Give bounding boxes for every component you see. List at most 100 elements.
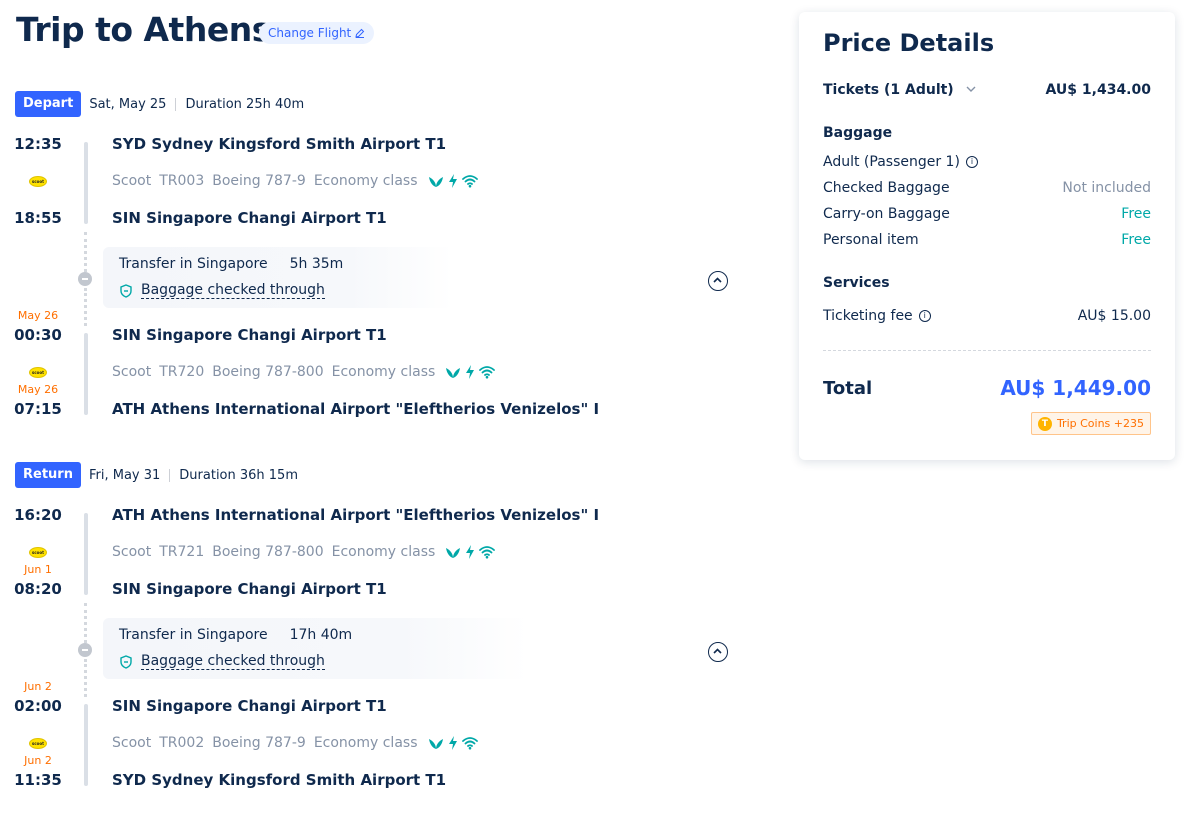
passenger-row: Adult (Passenger 1) i	[823, 154, 1151, 170]
departure-airport: ATH Athens International Airport "Elefth…	[112, 506, 600, 524]
transfer-dotted-line	[84, 232, 87, 272]
departure-time: 16:20	[14, 506, 62, 524]
baggage-label: Baggage checked through	[141, 653, 325, 670]
chevron-down-icon	[966, 86, 976, 92]
checked-baggage-label: Checked Baggage	[823, 180, 950, 196]
arrival-date: Jun 2	[24, 754, 52, 767]
transfer-info: Transfer in Singapore 17h 40m	[119, 627, 352, 643]
tickets-row[interactable]: Tickets (1 Adult) AU$ 1,434.00	[823, 82, 1151, 98]
segment-line	[84, 333, 88, 415]
flight-info: Scoot TR720 Boeing 787-800 Economy class	[112, 364, 496, 380]
transfer-label: Transfer in Singapore	[119, 627, 268, 643]
change-flight-label: Change Flight	[268, 26, 352, 40]
segment-line	[84, 142, 88, 224]
chevron-up-icon	[713, 648, 722, 654]
transfer-info: Transfer in Singapore 5h 35m	[119, 256, 343, 272]
arrival-airport: SYD Sydney Kingsford Smith Airport T1	[112, 771, 447, 789]
return-duration: Duration 36h 15m	[179, 467, 298, 483]
airline-name: Scoot	[112, 364, 152, 380]
departure-airport: SIN Singapore Changi Airport T1	[112, 697, 387, 715]
transfer-duration: 5h 35m	[289, 256, 344, 272]
cabin-class: Economy class	[331, 364, 436, 380]
arrival-date: May 26	[17, 383, 59, 396]
coin-icon: T	[1037, 416, 1052, 431]
wifi-icon	[479, 546, 496, 559]
transfer-dotted-line	[84, 603, 87, 643]
carry-on-row: Carry-on Baggage Free	[823, 206, 1151, 222]
price-details-panel: Price Details Tickets (1 Adult) AU$ 1,43…	[799, 12, 1175, 460]
ticketing-fee-row: Ticketing fee i AU$ 15.00	[823, 308, 1151, 324]
segment-line	[84, 704, 88, 786]
personal-item-label: Personal item	[823, 232, 919, 248]
trip-coins-badge: T Trip Coins +235	[1030, 412, 1151, 435]
personal-item-row: Personal item Free	[823, 232, 1151, 248]
wifi-icon	[479, 366, 496, 379]
checked-baggage-row: Checked Baggage Not included	[823, 180, 1151, 196]
amenities	[428, 736, 478, 750]
departure-time: 12:35	[14, 135, 62, 153]
total-price: AU$ 1,449.00	[1000, 376, 1151, 400]
personal-item-value: Free	[1121, 232, 1151, 248]
flight-number: TR720	[159, 364, 205, 380]
return-date: Fri, May 31	[88, 467, 161, 483]
change-flight-button[interactable]: Change Flight	[259, 22, 375, 44]
checked-baggage-value: Not included	[1062, 180, 1151, 196]
transfer-dot-icon	[78, 272, 92, 286]
flight-number: TR003	[159, 173, 205, 189]
amenities	[428, 174, 478, 188]
arrival-time: 18:55	[14, 209, 62, 227]
tickets-label: Tickets (1 Adult)	[823, 82, 954, 98]
scoot-logo-icon: scoot	[29, 547, 47, 558]
arrival-airport: ATH Athens International Airport "Elefth…	[112, 400, 600, 418]
departure-airport: SIN Singapore Changi Airport T1	[112, 326, 387, 344]
cabin-class: Economy class	[313, 173, 418, 189]
eco-leaf-icon	[446, 548, 461, 558]
tickets-price: AU$ 1,434.00	[1045, 82, 1151, 98]
collapse-button[interactable]	[708, 271, 728, 291]
eco-leaf-icon	[428, 177, 443, 187]
carry-on-value: Free	[1121, 206, 1151, 222]
tickets-dropdown[interactable]: Tickets (1 Adult)	[823, 82, 977, 98]
wifi-icon	[461, 175, 478, 188]
departure-time: 00:30	[14, 326, 62, 344]
carry-on-label: Carry-on Baggage	[823, 206, 950, 222]
passenger-label: Adult (Passenger 1)	[823, 154, 960, 170]
transfer-dotted-line	[84, 288, 87, 326]
baggage-checked-through[interactable]: Baggage checked through	[119, 653, 325, 670]
depart-duration: Duration 25h 40m	[185, 96, 305, 112]
edit-icon	[355, 28, 365, 38]
info-icon[interactable]: i	[965, 156, 978, 168]
flight-info: Scoot TR003 Boeing 787-9 Economy class	[112, 173, 478, 189]
cabin-class: Economy class	[331, 544, 436, 560]
return-header: Return Fri, May 31 Duration 36h 15m	[15, 462, 298, 488]
shield-icon	[120, 654, 132, 669]
baggage-label: Baggage checked through	[141, 282, 325, 299]
ticketing-fee-label: Ticketing fee	[823, 308, 913, 324]
power-icon	[466, 545, 475, 559]
divider	[169, 468, 171, 482]
divider	[175, 97, 177, 111]
departure-date: Jun 2	[24, 680, 52, 693]
power-icon	[448, 736, 457, 750]
baggage-section-title: Baggage	[823, 125, 893, 141]
total-label: Total	[823, 378, 873, 399]
depart-badge: Depart	[15, 91, 82, 117]
page-title: Trip to Athens	[16, 10, 271, 49]
eco-leaf-icon	[446, 368, 461, 378]
eco-leaf-icon	[428, 739, 443, 749]
aircraft-type: Boeing 787-9	[212, 173, 306, 189]
transfer-box: Transfer in Singapore 17h 40m Baggage che…	[103, 618, 528, 679]
baggage-checked-through[interactable]: Baggage checked through	[119, 282, 325, 299]
departure-airport: SYD Sydney Kingsford Smith Airport T1	[112, 135, 447, 153]
scoot-logo-icon: scoot	[29, 176, 47, 187]
arrival-time: 11:35	[14, 771, 62, 789]
arrival-time: 07:15	[14, 400, 62, 418]
aircraft-type: Boeing 787-800	[212, 364, 324, 380]
collapse-button[interactable]	[708, 642, 728, 662]
info-icon[interactable]: i	[918, 310, 931, 322]
arrival-airport: SIN Singapore Changi Airport T1	[112, 580, 387, 598]
airline-name: Scoot	[112, 544, 152, 560]
arrival-airport: SIN Singapore Changi Airport T1	[112, 209, 387, 227]
departure-time: 02:00	[14, 697, 62, 715]
flight-number: TR002	[159, 735, 205, 751]
